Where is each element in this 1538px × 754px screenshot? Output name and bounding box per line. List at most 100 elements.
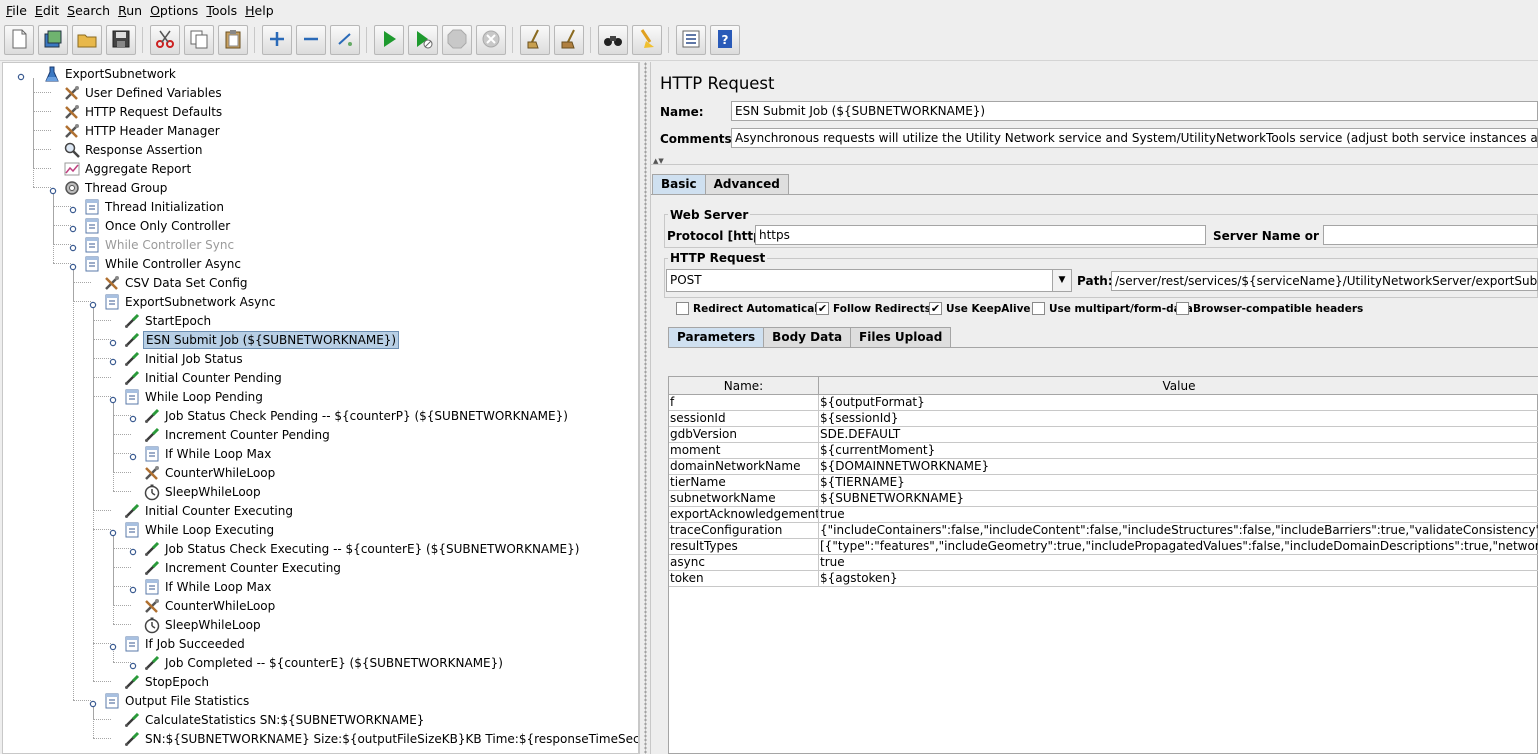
param-name-cell[interactable]: resultTypes	[669, 539, 819, 555]
collapse-divider[interactable]: ▲▼	[651, 157, 1538, 165]
name-field[interactable]: ESN Submit Job (${SUBNETWORKNAME})	[731, 101, 1538, 121]
param-value-cell[interactable]: ${sessionId}	[819, 411, 1538, 427]
tree-node-thread-group[interactable]: Thread Group	[63, 178, 169, 197]
tree-node-user-defined-variables[interactable]: User Defined Variables	[63, 83, 224, 102]
menu-tools[interactable]: Tools	[202, 0, 241, 21]
cut-button[interactable]	[150, 25, 180, 55]
menu-search[interactable]: Search	[63, 0, 114, 21]
tree-expand-toggle-icon[interactable]	[69, 203, 77, 214]
tree-expand-toggle-icon[interactable]	[129, 545, 137, 556]
param-value-cell[interactable]: SDE.DEFAULT	[819, 427, 1538, 443]
tree-node-sleepwhileloop[interactable]: SleepWhileLoop	[143, 482, 263, 501]
menu-run[interactable]: Run	[114, 0, 146, 21]
tree-expand-toggle-icon[interactable]	[109, 336, 117, 347]
tree-expand-toggle-icon[interactable]	[109, 393, 117, 404]
use-multipart-checkbox[interactable]: Use multipart/form-data	[1032, 302, 1193, 315]
shutdown-button[interactable]	[476, 25, 506, 55]
param-name-cell[interactable]: gdbVersion	[669, 427, 819, 443]
redirect-automatically-checkbox[interactable]: Redirect Automatically	[676, 302, 828, 315]
tree-expand-toggle-icon[interactable]	[129, 583, 137, 594]
tree-node-job-status-check-pending-var-var[interactable]: Job Status Check Pending -- ${counterP} …	[143, 406, 570, 425]
param-name-cell[interactable]: token	[669, 571, 819, 587]
tree-node-sleepwhileloop[interactable]: SleepWhileLoop	[143, 615, 263, 634]
clear-all-button[interactable]	[554, 25, 584, 55]
param-value-cell[interactable]: [{"type":"features","includeGeometry":tr…	[819, 539, 1538, 555]
param-value-cell[interactable]: ${TIERNAME}	[819, 475, 1538, 491]
tree-node-csv-data-set-config[interactable]: CSV Data Set Config	[103, 273, 250, 292]
templates-button[interactable]	[38, 25, 68, 55]
column-header-value[interactable]: Value	[819, 377, 1538, 395]
tree-node-aggregate-report[interactable]: Aggregate Report	[63, 159, 193, 178]
tree-node-exportsubnetwork-async[interactable]: ExportSubnetwork Async	[103, 292, 277, 311]
comments-field[interactable]: Asynchronous requests will utilize the U…	[731, 128, 1538, 148]
param-value-cell[interactable]: true	[819, 555, 1538, 571]
param-name-cell[interactable]: subnetworkName	[669, 491, 819, 507]
tree-node-initial-counter-executing[interactable]: Initial Counter Executing	[123, 501, 295, 520]
help-button[interactable]: ?	[710, 25, 740, 55]
path-field[interactable]: /server/rest/services/${serviceName}/Uti…	[1111, 271, 1538, 291]
reset-search-button[interactable]	[632, 25, 662, 55]
tree-node-output-file-statistics[interactable]: Output File Statistics	[103, 691, 251, 710]
tree-expand-toggle-icon[interactable]	[109, 640, 117, 651]
param-name-cell[interactable]: traceConfiguration	[669, 523, 819, 539]
tree-expand-toggle-icon[interactable]	[89, 697, 97, 708]
menu-help[interactable]: Help	[241, 0, 278, 21]
clear-button[interactable]	[520, 25, 550, 55]
param-name-cell[interactable]: moment	[669, 443, 819, 459]
tree-node-counterwhileloop[interactable]: CounterWhileLoop	[143, 463, 277, 482]
tree-expand-toggle-icon[interactable]	[129, 412, 137, 423]
tab-body-data[interactable]: Body Data	[763, 327, 852, 347]
tree-node-calculatestatistics-sn-var[interactable]: CalculateStatistics SN:${SUBNETWORKNAME}	[123, 710, 426, 729]
param-value-cell[interactable]: ${SUBNETWORKNAME}	[819, 491, 1538, 507]
start-no-pause-button[interactable]	[408, 25, 438, 55]
paste-button[interactable]	[218, 25, 248, 55]
param-name-cell[interactable]: exportAcknowledgement	[669, 507, 819, 523]
tree-expand-toggle-icon[interactable]	[17, 70, 25, 81]
parameters-table[interactable]: Name: Value f ${outputFormat} sessionId ${s…	[668, 376, 1538, 754]
tree-node-while-loop-pending[interactable]: While Loop Pending	[123, 387, 265, 406]
follow-redirects-checkbox[interactable]: ✔ Follow Redirects	[816, 302, 931, 315]
tree-node-if-while-loop-max[interactable]: If While Loop Max	[143, 444, 273, 463]
open-button[interactable]	[72, 25, 102, 55]
tree-expand-toggle-icon[interactable]	[69, 241, 77, 252]
tab-advanced[interactable]: Advanced	[704, 174, 789, 194]
param-value-cell[interactable]: ${agstoken}	[819, 571, 1538, 587]
tree-node-increment-counter-executing[interactable]: Increment Counter Executing	[143, 558, 343, 577]
tree-expand-toggle-icon[interactable]	[129, 450, 137, 461]
tree-expand-toggle-icon[interactable]	[49, 184, 57, 195]
copy-button[interactable]	[184, 25, 214, 55]
param-value-cell[interactable]: ${currentMoment}	[819, 443, 1538, 459]
tree-node-job-completed-var-var[interactable]: Job Completed -- ${counterE} (${SUBNETWO…	[143, 653, 505, 672]
tree-expand-toggle-icon[interactable]	[89, 298, 97, 309]
tree-node-exportsubnetwork[interactable]: ExportSubnetwork	[43, 64, 178, 83]
param-value-cell[interactable]: ${outputFormat}	[819, 395, 1538, 411]
param-name-cell[interactable]: f	[669, 395, 819, 411]
menu-edit[interactable]: Edit	[31, 0, 63, 21]
tree-node-sn-var-size-varkb-time-varseconds[interactable]: SN:${SUBNETWORKNAME} Size:${outputFileSi…	[123, 729, 638, 748]
tab-files-upload[interactable]: Files Upload	[850, 327, 952, 347]
param-name-cell[interactable]: domainNetworkName	[669, 459, 819, 475]
tree-node-http-request-defaults[interactable]: HTTP Request Defaults	[63, 102, 224, 121]
tree-node-thread-initialization[interactable]: Thread Initialization	[83, 197, 226, 216]
server-name-field[interactable]	[1323, 225, 1538, 245]
function-helper-button[interactable]	[676, 25, 706, 55]
tree-expand-toggle-icon[interactable]	[109, 355, 117, 366]
tree-node-initial-job-status[interactable]: Initial Job Status	[123, 349, 245, 368]
protocol-field[interactable]: https	[755, 225, 1206, 245]
tree-node-while-loop-executing[interactable]: While Loop Executing	[123, 520, 276, 539]
start-button[interactable]	[374, 25, 404, 55]
expand-button[interactable]	[262, 25, 292, 55]
tab-parameters[interactable]: Parameters	[668, 327, 765, 347]
new-button[interactable]	[4, 25, 34, 55]
tree-node-increment-counter-pending[interactable]: Increment Counter Pending	[143, 425, 332, 444]
menu-file[interactable]: File	[2, 0, 31, 21]
stop-button[interactable]	[442, 25, 472, 55]
tree-expand-toggle-icon[interactable]	[129, 659, 137, 670]
split-pane-divider[interactable]	[639, 62, 651, 754]
tree-expand-toggle-icon[interactable]	[69, 260, 77, 271]
tree-expand-toggle-icon[interactable]	[69, 222, 77, 233]
param-name-cell[interactable]: sessionId	[669, 411, 819, 427]
tree-node-http-header-manager[interactable]: HTTP Header Manager	[63, 121, 222, 140]
tree-node-esn-submit-job-var[interactable]: ESN Submit Job (${SUBNETWORKNAME})	[123, 330, 400, 349]
column-header-name[interactable]: Name:	[669, 377, 819, 395]
